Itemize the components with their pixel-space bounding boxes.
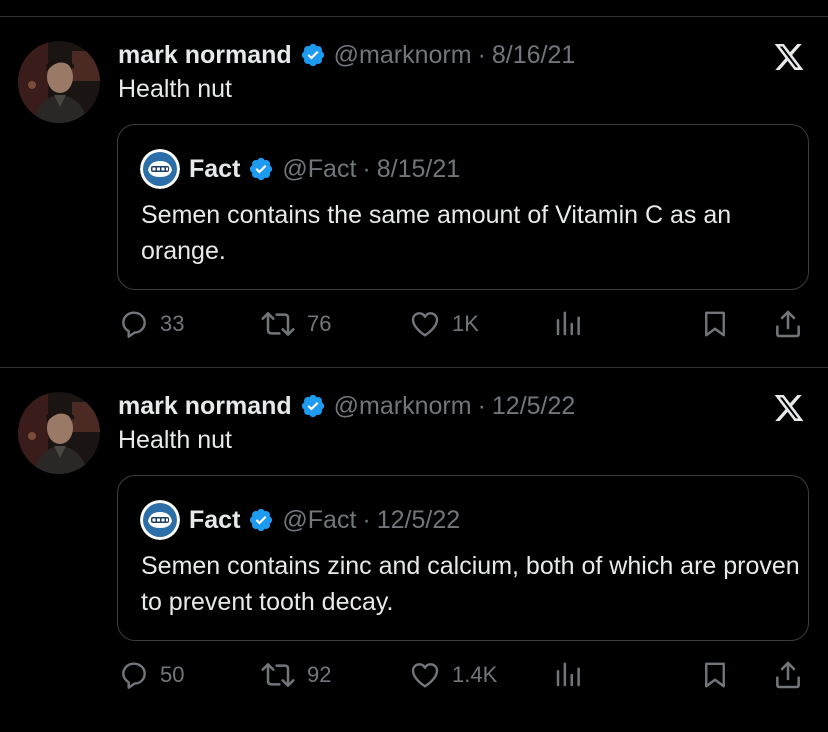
tweet-card[interactable]: mark normand @marknorm · 8/16/21 Health … <box>0 17 828 367</box>
tweet-text: Health nut <box>118 426 232 454</box>
tweet-card[interactable]: mark normand @marknorm · 12/5/22 Health … <box>0 368 828 718</box>
views-button[interactable] <box>553 657 583 693</box>
dot-separator: · <box>477 391 486 420</box>
heart-icon <box>411 312 439 337</box>
tweet-actions: 50 92 1.4K <box>0 657 828 693</box>
bookmark-icon <box>705 311 725 337</box>
author-handle[interactable]: @marknorm <box>334 392 472 421</box>
quoted-tweet-header: Fact @Fact · 12/5/22 <box>140 500 460 540</box>
quoted-tweet[interactable]: Fact @Fact · 12/5/22 Semen contains zinc… <box>117 475 809 641</box>
retweet-count: 92 <box>307 662 332 687</box>
like-button[interactable]: 1.4K <box>408 657 497 693</box>
author-avatar[interactable] <box>18 41 100 123</box>
author-avatar[interactable] <box>18 392 100 474</box>
dot-separator: · <box>477 40 486 69</box>
x-logo-icon[interactable] <box>772 392 806 424</box>
bookmark-button[interactable] <box>700 657 730 693</box>
like-count: 1.4K <box>452 662 498 687</box>
quoted-author-handle[interactable]: @Fact <box>282 155 356 184</box>
analytics-icon <box>556 662 580 687</box>
retweet-icon <box>261 663 295 687</box>
reply-count: 33 <box>160 311 185 336</box>
quoted-tweet-text: Semen contains zinc and calcium, both of… <box>141 552 800 616</box>
verified-badge-icon <box>300 393 326 419</box>
fact-avatar[interactable] <box>140 500 180 540</box>
views-button[interactable] <box>553 306 583 342</box>
quoted-author-handle[interactable]: @Fact <box>282 506 356 535</box>
author-handle[interactable]: @marknorm <box>334 41 472 70</box>
verified-badge-icon <box>300 42 326 68</box>
x-logo-icon[interactable] <box>772 41 806 73</box>
reply-icon <box>122 662 146 689</box>
dot-separator: · <box>362 505 371 534</box>
quoted-tweet-date[interactable]: 12/5/22 <box>377 506 460 535</box>
reply-count: 50 <box>160 662 185 687</box>
tweet-text: Health nut <box>118 75 232 103</box>
dot-separator: · <box>362 154 371 183</box>
retweet-button[interactable]: 92 <box>259 657 331 693</box>
tweet-date[interactable]: 8/16/21 <box>492 41 575 70</box>
quoted-author-name[interactable]: Fact <box>189 506 240 535</box>
like-count: 1K <box>452 311 479 336</box>
retweet-count: 76 <box>307 311 332 336</box>
quoted-author-name[interactable]: Fact <box>189 155 240 184</box>
author-name[interactable]: mark normand <box>118 392 292 421</box>
reply-button[interactable]: 50 <box>118 657 184 693</box>
share-icon <box>776 661 800 689</box>
quoted-tweet-header: Fact @Fact · 8/15/21 <box>140 149 460 189</box>
retweet-icon <box>261 312 295 336</box>
quoted-tweet-date[interactable]: 8/15/21 <box>377 155 460 184</box>
verified-badge-icon <box>248 156 274 182</box>
tweet-date[interactable]: 12/5/22 <box>492 392 575 421</box>
like-button[interactable]: 1K <box>408 306 479 342</box>
retweet-button[interactable]: 76 <box>259 306 331 342</box>
heart-icon <box>411 663 439 688</box>
tweet-header: mark normand @marknorm · 12/5/22 <box>118 390 575 422</box>
share-button[interactable] <box>772 306 804 342</box>
quoted-tweet-text: Semen contains the same amount of Vitami… <box>141 201 732 265</box>
author-name[interactable]: mark normand <box>118 41 292 70</box>
share-button[interactable] <box>772 657 804 693</box>
verified-badge-icon <box>248 507 274 533</box>
bookmark-button[interactable] <box>700 306 730 342</box>
reply-button[interactable]: 33 <box>118 306 184 342</box>
analytics-icon <box>556 311 580 336</box>
bookmark-icon <box>705 662 725 688</box>
share-icon <box>776 310 800 338</box>
reply-icon <box>122 311 146 338</box>
quoted-tweet[interactable]: Fact @Fact · 8/15/21 Semen contains the … <box>117 124 809 290</box>
fact-avatar[interactable] <box>140 149 180 189</box>
tweet-actions: 33 76 1K <box>0 306 828 342</box>
tweet-header: mark normand @marknorm · 8/16/21 <box>118 39 575 71</box>
